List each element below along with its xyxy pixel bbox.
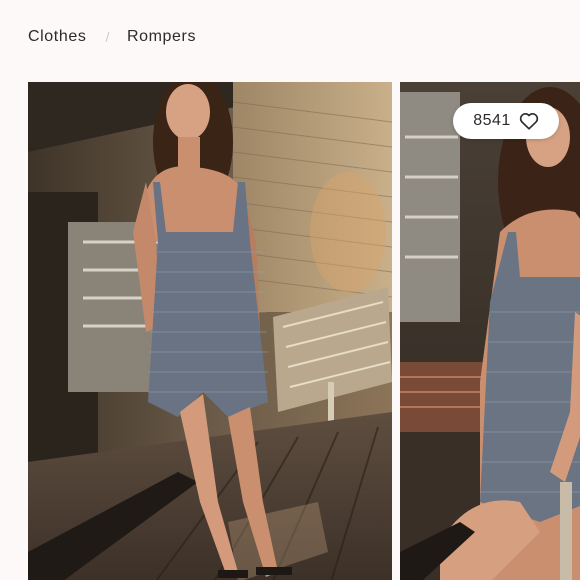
- breadcrumb-separator: /: [105, 29, 110, 45]
- product-image[interactable]: [28, 82, 392, 580]
- breadcrumb-item-clothes[interactable]: Clothes: [28, 28, 86, 46]
- like-button[interactable]: 8541: [453, 103, 559, 139]
- like-count: 8541: [473, 112, 511, 129]
- product-card[interactable]: [28, 82, 392, 580]
- product-card[interactable]: [400, 82, 580, 580]
- breadcrumb-item-rompers[interactable]: Rompers: [127, 28, 196, 46]
- product-image[interactable]: [400, 82, 580, 580]
- breadcrumb: Clothes / Rompers: [28, 26, 196, 48]
- page: Clothes / Rompers 8541: [0, 0, 580, 580]
- heart-outline-icon: [519, 113, 538, 130]
